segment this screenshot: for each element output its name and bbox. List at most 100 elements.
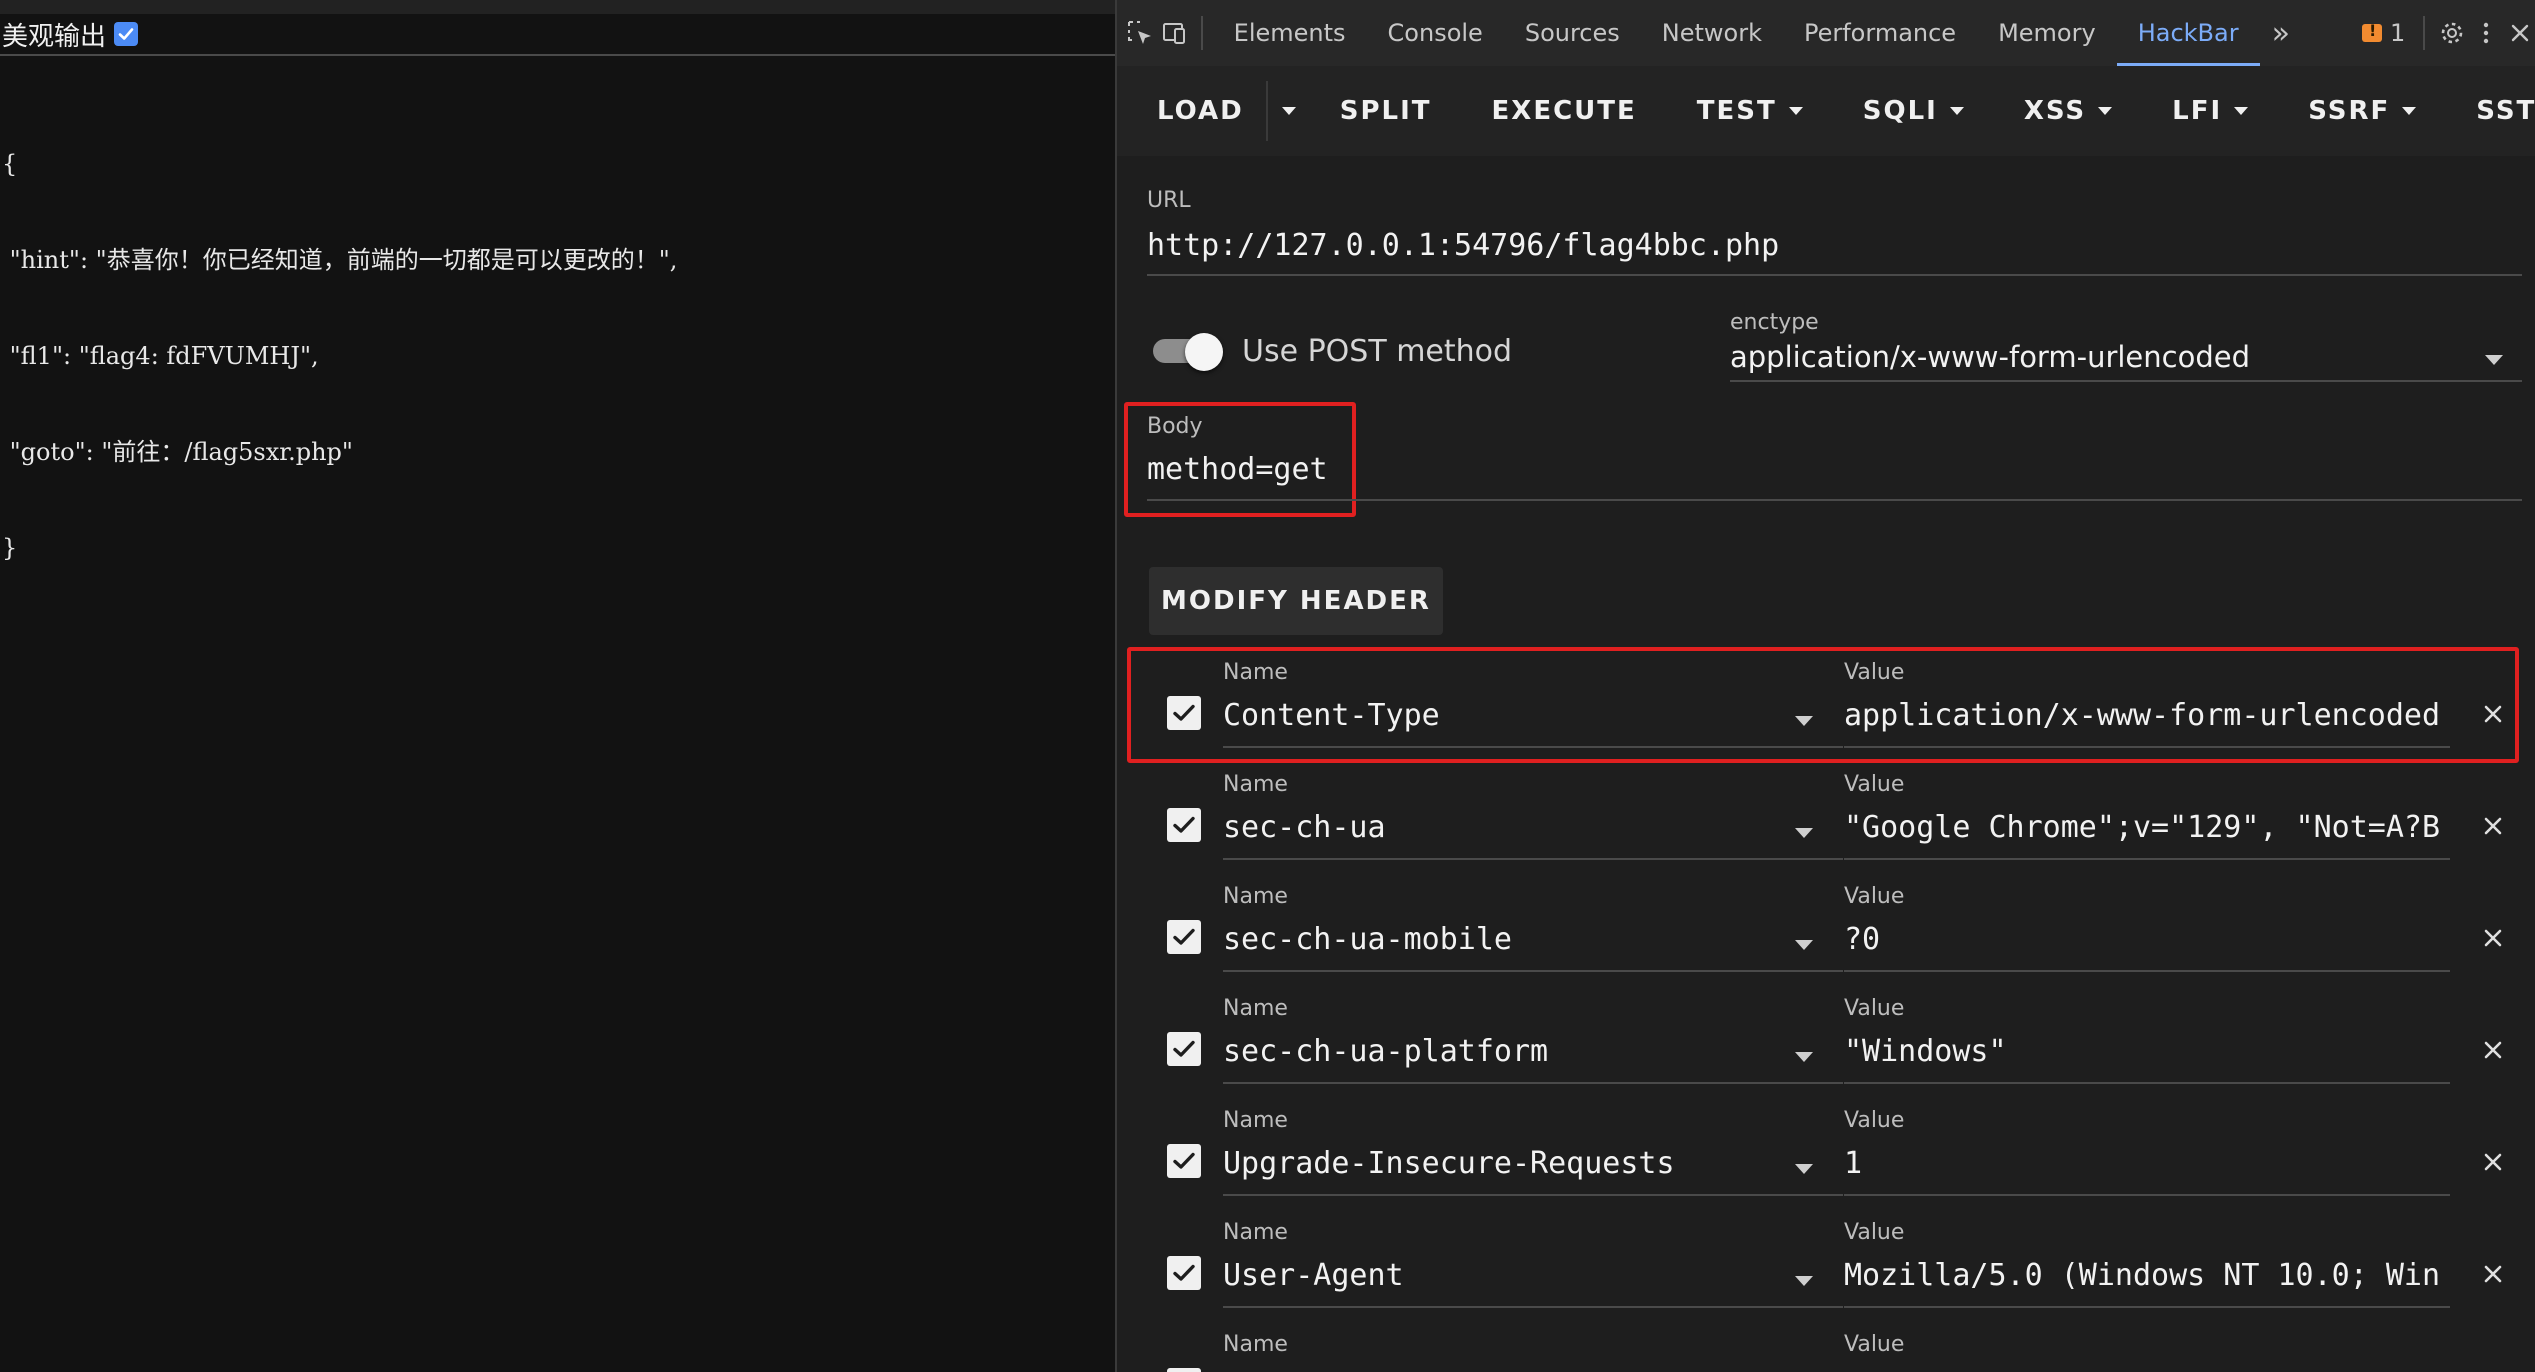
remove-header-close-icon[interactable] xyxy=(2477,810,2509,842)
remove-header-close-icon[interactable] xyxy=(2477,1258,2509,1290)
modify-header-button[interactable]: MODIFY HEADER xyxy=(1149,567,1443,635)
tab-memory[interactable]: Memory xyxy=(1977,0,2117,66)
header-name-input[interactable]: sec-ch-ua xyxy=(1223,810,1783,845)
sqli-menu-button[interactable]: SQLI xyxy=(1833,66,1994,156)
tab-hackbar[interactable]: HackBar xyxy=(2116,0,2260,66)
header-enabled-checkbox[interactable] xyxy=(1167,696,1201,730)
tab-performance[interactable]: Performance xyxy=(1783,0,1977,66)
header-name-label: Name xyxy=(1223,996,1288,1021)
remove-header-close-icon[interactable] xyxy=(2477,1034,2509,1066)
ssrf-menu-button[interactable]: SSRF xyxy=(2278,66,2446,156)
tab-sources[interactable]: Sources xyxy=(1504,0,1641,66)
header-value-input[interactable]: Mozilla/5.0 (Windows NT 10.0; Win xyxy=(1844,1258,2450,1293)
header-name-label: Name xyxy=(1223,1332,1288,1357)
page-top-strip xyxy=(0,0,1115,14)
xss-label: XSS xyxy=(2023,96,2087,126)
header-value-underline xyxy=(1844,1194,2450,1196)
enctype-underline xyxy=(1730,380,2522,382)
chevron-down-icon[interactable] xyxy=(1795,940,1813,950)
pretty-print-checkbox[interactable] xyxy=(114,22,139,46)
header-row: Name Value xyxy=(1117,1322,2535,1372)
enctype-select[interactable]: application/x-www-form-urlencoded xyxy=(1730,340,2450,374)
lfi-menu-button[interactable]: LFI xyxy=(2142,66,2278,156)
load-button[interactable]: LOAD xyxy=(1117,66,1266,156)
chevron-down-icon[interactable] xyxy=(1795,828,1813,838)
issues-flag-icon xyxy=(2361,21,2382,42)
json-line: "goto": "前往：/flag5sxr.php" xyxy=(2,438,353,466)
header-value-underline xyxy=(1844,970,2450,972)
hackbar-toolbar: LOAD SPLIT EXECUTE TEST SQLI XSS LFI SSR… xyxy=(1117,66,2535,156)
header-value-underline xyxy=(1844,1306,2450,1308)
header-value-input[interactable]: "Google Chrome";v="129", "Not=A?B xyxy=(1844,810,2450,845)
header-name-input[interactable]: Upgrade-Insecure-Requests xyxy=(1223,1146,1783,1181)
chevron-down-icon[interactable] xyxy=(1795,1164,1813,1174)
header-row: Name Upgrade-Insecure-Requests Value 1 xyxy=(1117,1098,2535,1210)
issues-counter[interactable]: 1 xyxy=(2361,19,2406,47)
tab-network[interactable]: Network xyxy=(1641,0,1783,66)
header-name-input[interactable]: sec-ch-ua-mobile xyxy=(1223,922,1783,957)
header-value-input[interactable]: ?0 xyxy=(1844,922,2450,957)
checkmark-icon xyxy=(1173,1152,1195,1169)
devtools-panel: Elements Console Sources Network Perform… xyxy=(1115,0,2535,1372)
header-enabled-checkbox[interactable] xyxy=(1167,808,1201,842)
header-value-label: Value xyxy=(1844,660,1905,685)
lfi-label: LFI xyxy=(2172,96,2223,126)
header-value-input[interactable]: application/x-www-form-urlencoded xyxy=(1844,698,2450,733)
post-method-toggle[interactable] xyxy=(1151,333,1223,371)
header-value-input[interactable]: 1 xyxy=(1844,1146,2450,1181)
execute-button[interactable]: EXECUTE xyxy=(1462,66,1667,156)
header-enabled-checkbox[interactable] xyxy=(1167,1032,1201,1066)
caret-down-icon xyxy=(1281,107,1296,115)
inspect-icon[interactable] xyxy=(1123,0,1157,66)
header-name-input[interactable]: User-Agent xyxy=(1223,1258,1783,1293)
header-value-label: Value xyxy=(1844,772,1905,797)
url-label: URL xyxy=(1147,188,1191,213)
close-icon[interactable] xyxy=(2503,0,2535,66)
header-enabled-checkbox[interactable] xyxy=(1167,1144,1201,1178)
caret-down-icon xyxy=(1788,107,1803,115)
tabbar-separator xyxy=(1201,16,1203,50)
header-value-input[interactable]: "Windows" xyxy=(1844,1034,2450,1069)
header-name-underline xyxy=(1223,1306,1843,1308)
remove-header-close-icon[interactable] xyxy=(2477,1146,2509,1178)
header-row: Name sec-ch-ua-platform Value "Windows" xyxy=(1117,986,2535,1098)
header-enabled-checkbox[interactable] xyxy=(1167,1368,1201,1372)
caret-down-icon xyxy=(2402,107,2417,115)
header-name-underline xyxy=(1223,1194,1843,1196)
body-input[interactable]: method=get xyxy=(1147,452,1747,487)
chevron-down-icon[interactable] xyxy=(1795,1276,1813,1286)
chevron-down-icon[interactable] xyxy=(1795,1052,1813,1062)
url-input[interactable]: http://127.0.0.1:54796/flag4bbc.php xyxy=(1147,228,2517,263)
device-toggle-icon[interactable] xyxy=(1157,0,1191,66)
header-enabled-checkbox[interactable] xyxy=(1167,920,1201,954)
header-enabled-checkbox[interactable] xyxy=(1167,1256,1201,1290)
header-name-input[interactable]: Content-Type xyxy=(1223,698,1783,733)
header-name-underline xyxy=(1223,858,1843,860)
test-menu-button[interactable]: TEST xyxy=(1667,66,1833,156)
test-label: TEST xyxy=(1696,96,1777,126)
load-dropdown-button[interactable] xyxy=(1265,81,1310,141)
header-value-underline xyxy=(1844,858,2450,860)
chevron-down-icon[interactable] xyxy=(2485,355,2503,365)
remove-header-close-icon[interactable] xyxy=(2477,698,2509,730)
split-button[interactable]: SPLIT xyxy=(1310,66,1462,156)
tab-elements[interactable]: Elements xyxy=(1213,0,1367,66)
more-tabs-chevron-icon[interactable]: » xyxy=(2260,16,2302,51)
json-line: "hint": "恭喜你！你已经知道，前端的一切都是可以更改的！", xyxy=(2,246,678,274)
ssti-menu-button[interactable]: SSTI xyxy=(2446,66,2535,156)
kebab-menu-icon[interactable] xyxy=(2469,0,2503,66)
settings-gear-icon[interactable] xyxy=(2435,0,2469,66)
header-name-label: Name xyxy=(1223,772,1288,797)
ssrf-label: SSRF xyxy=(2308,96,2391,126)
chevron-down-icon[interactable] xyxy=(1795,716,1813,726)
header-value-label: Value xyxy=(1844,1108,1905,1133)
remove-header-close-icon[interactable] xyxy=(2477,922,2509,954)
header-name-input[interactable]: sec-ch-ua-platform xyxy=(1223,1034,1783,1069)
caret-down-icon xyxy=(1949,107,1964,115)
sqli-label: SQLI xyxy=(1862,96,1938,126)
issues-count: 1 xyxy=(2389,19,2406,47)
xss-menu-button[interactable]: XSS xyxy=(1994,66,2142,156)
header-row: Name User-Agent Value Mozilla/5.0 (Windo… xyxy=(1117,1210,2535,1322)
tab-console[interactable]: Console xyxy=(1367,0,1504,66)
checkmark-icon xyxy=(1173,816,1195,833)
